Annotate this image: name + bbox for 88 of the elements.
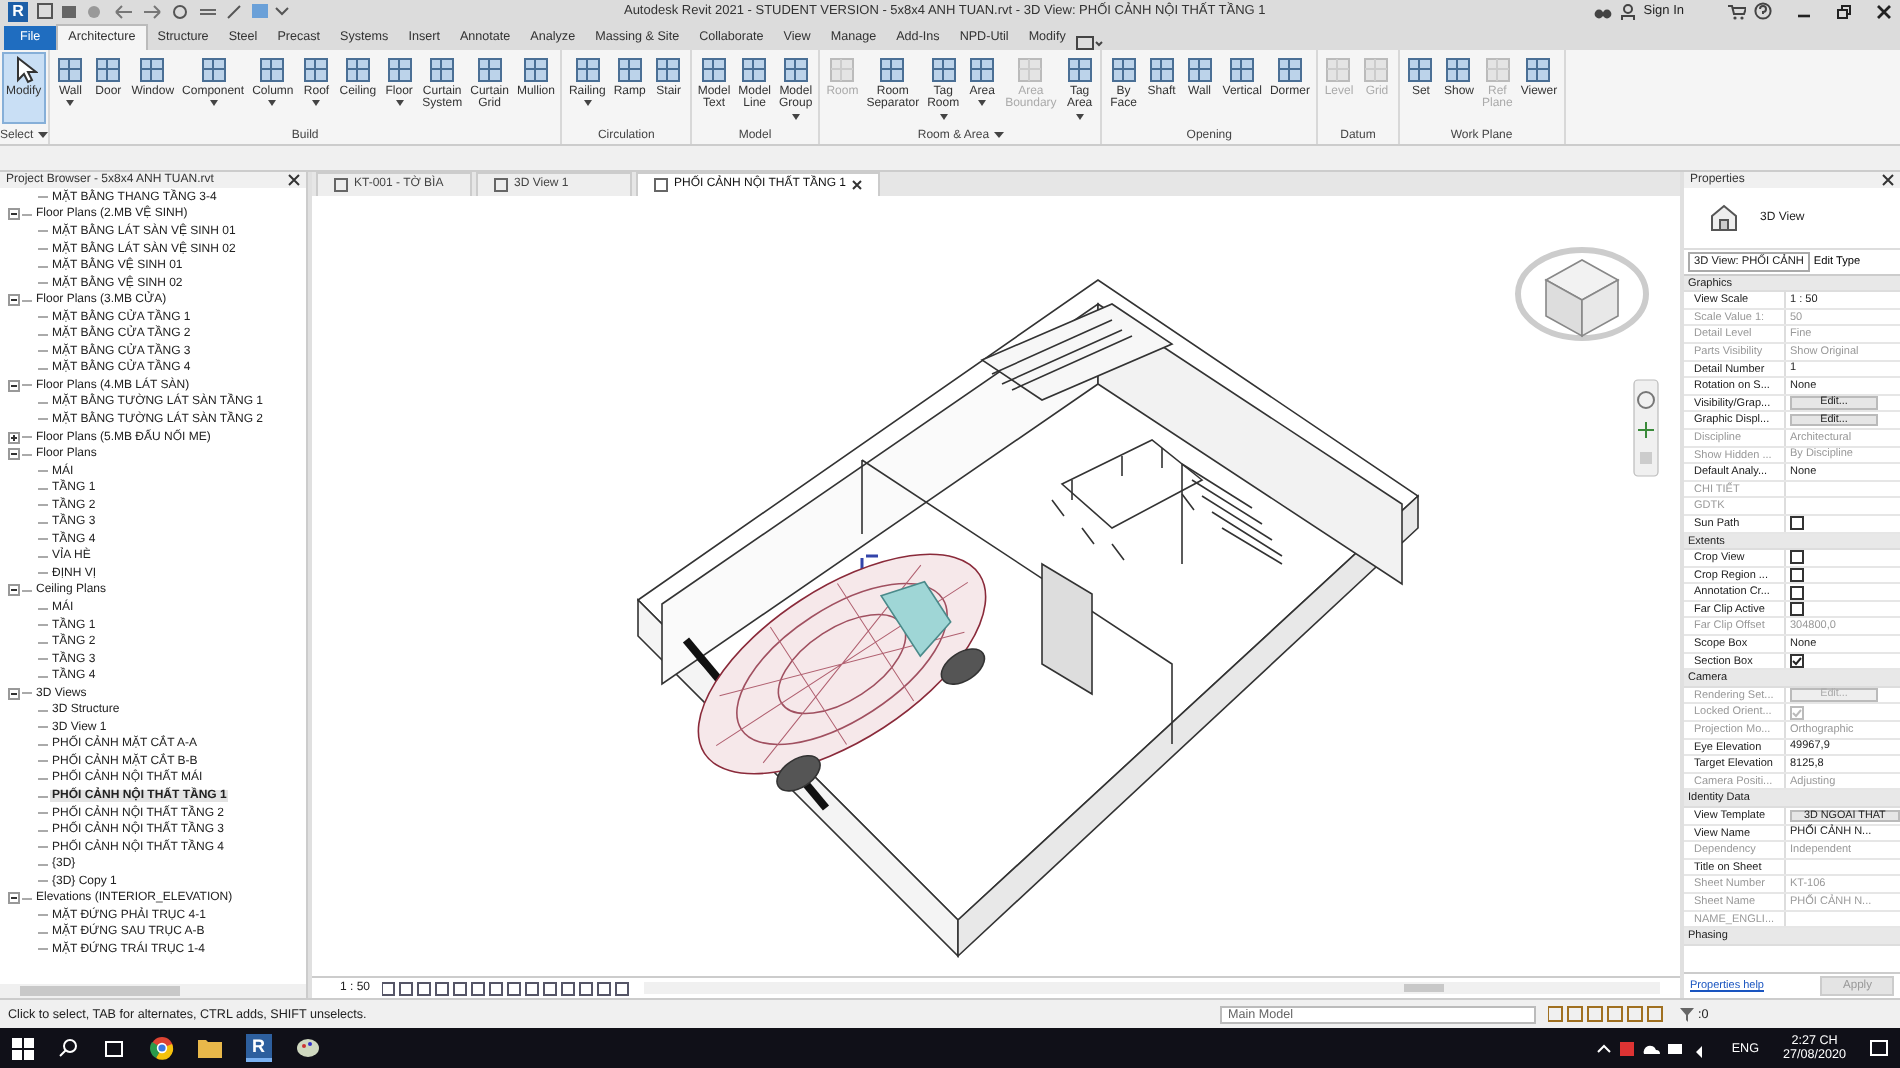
tool-icon bbox=[258, 55, 287, 84]
caret-icon[interactable] bbox=[37, 132, 48, 139]
system-tray-icons[interactable] bbox=[1595, 1039, 1708, 1058]
view-icon bbox=[334, 177, 348, 192]
caret-icon bbox=[1075, 113, 1084, 120]
navigation-bar-icon[interactable] bbox=[1633, 378, 1659, 476]
caret-icon[interactable] bbox=[993, 132, 1004, 139]
caret-icon bbox=[395, 100, 404, 107]
windows-start-icon[interactable] bbox=[12, 1037, 34, 1060]
checkbox[interactable] bbox=[1790, 568, 1804, 582]
tool-icon bbox=[929, 55, 958, 84]
user-icon[interactable] bbox=[1619, 3, 1636, 20]
tool-icon bbox=[740, 55, 769, 84]
app-logo[interactable]: R bbox=[8, 1, 28, 22]
view-icon bbox=[654, 177, 668, 192]
caret-icon bbox=[268, 100, 277, 107]
folder-icon[interactable] bbox=[198, 1038, 222, 1059]
browser-icon[interactable] bbox=[150, 1036, 174, 1061]
tool-icon bbox=[700, 55, 728, 84]
tool-icon bbox=[1524, 55, 1553, 84]
checkbox[interactable] bbox=[1790, 653, 1804, 668]
task-view-icon[interactable] bbox=[102, 1039, 126, 1058]
caret-icon bbox=[583, 100, 592, 107]
tool-icon bbox=[1185, 55, 1214, 84]
close-icon[interactable] bbox=[1882, 173, 1894, 186]
help-icon[interactable] bbox=[1754, 2, 1772, 21]
caret-icon bbox=[939, 113, 948, 120]
tool-icon bbox=[1483, 55, 1512, 84]
expander-icon[interactable] bbox=[8, 208, 20, 221]
expander-icon[interactable] bbox=[8, 379, 20, 392]
checkbox[interactable] bbox=[1790, 550, 1804, 565]
notification-icon[interactable] bbox=[1870, 1039, 1888, 1058]
tool-icon bbox=[475, 55, 504, 84]
revit-taskbar-button[interactable]: R bbox=[246, 1034, 271, 1063]
tool-icon bbox=[654, 55, 683, 84]
selection-filter-icons[interactable] bbox=[1548, 1006, 1668, 1023]
cart-icon[interactable] bbox=[1728, 3, 1746, 20]
tool-icon bbox=[615, 55, 644, 84]
tool-icon bbox=[199, 55, 228, 84]
house-icon bbox=[1708, 201, 1740, 234]
expander-icon[interactable] bbox=[8, 448, 20, 461]
tool-icon bbox=[1444, 55, 1473, 84]
search-icon[interactable] bbox=[58, 1038, 78, 1059]
tool-icon bbox=[1324, 55, 1353, 84]
expander-icon[interactable] bbox=[8, 584, 20, 597]
caret-icon bbox=[209, 100, 218, 107]
tool-icon bbox=[1275, 55, 1304, 84]
restore-icon[interactable] bbox=[1836, 3, 1852, 20]
expander-icon[interactable] bbox=[8, 294, 20, 307]
panel-toggle-icon[interactable] bbox=[1075, 35, 1104, 50]
checkbox[interactable] bbox=[1790, 585, 1804, 600]
viewcube-icon[interactable] bbox=[1515, 246, 1649, 341]
close-icon[interactable] bbox=[852, 179, 863, 190]
close-icon[interactable] bbox=[288, 173, 300, 186]
filter-icon[interactable] bbox=[1680, 1007, 1694, 1022]
tool-icon bbox=[56, 55, 85, 84]
tool-icon bbox=[878, 55, 907, 84]
tool-icon bbox=[1109, 55, 1138, 84]
tool-icon bbox=[521, 55, 550, 84]
expander-icon[interactable] bbox=[8, 431, 20, 444]
tool-icon bbox=[1228, 55, 1257, 84]
tool-icon bbox=[94, 55, 123, 84]
caret-icon bbox=[66, 100, 75, 107]
tool-icon bbox=[1147, 55, 1176, 84]
tool-icon bbox=[573, 55, 602, 84]
tool-icon bbox=[781, 55, 810, 84]
tool-icon bbox=[968, 55, 997, 84]
view-control-icons[interactable] bbox=[382, 981, 633, 996]
caret-icon bbox=[978, 100, 987, 107]
tool-icon bbox=[138, 55, 167, 84]
expander-icon[interactable] bbox=[8, 892, 20, 905]
view-icon bbox=[494, 177, 508, 192]
tool-icon bbox=[1406, 55, 1435, 84]
tool-icon bbox=[343, 55, 372, 84]
tool-icon bbox=[1362, 55, 1391, 84]
paint-palette-icon[interactable] bbox=[295, 1036, 319, 1061]
tool-icon bbox=[1016, 55, 1045, 84]
close-icon[interactable] bbox=[1876, 3, 1892, 20]
tool-icon bbox=[302, 55, 331, 84]
checkbox[interactable] bbox=[1790, 516, 1804, 531]
tool-icon bbox=[1065, 55, 1094, 84]
caret-icon bbox=[312, 100, 321, 107]
tool-icon bbox=[385, 55, 414, 84]
checkbox[interactable] bbox=[1790, 602, 1804, 617]
caret-icon bbox=[791, 113, 800, 120]
tool-icon bbox=[828, 55, 857, 84]
tool-icon bbox=[428, 55, 457, 84]
expander-icon[interactable] bbox=[8, 687, 20, 700]
